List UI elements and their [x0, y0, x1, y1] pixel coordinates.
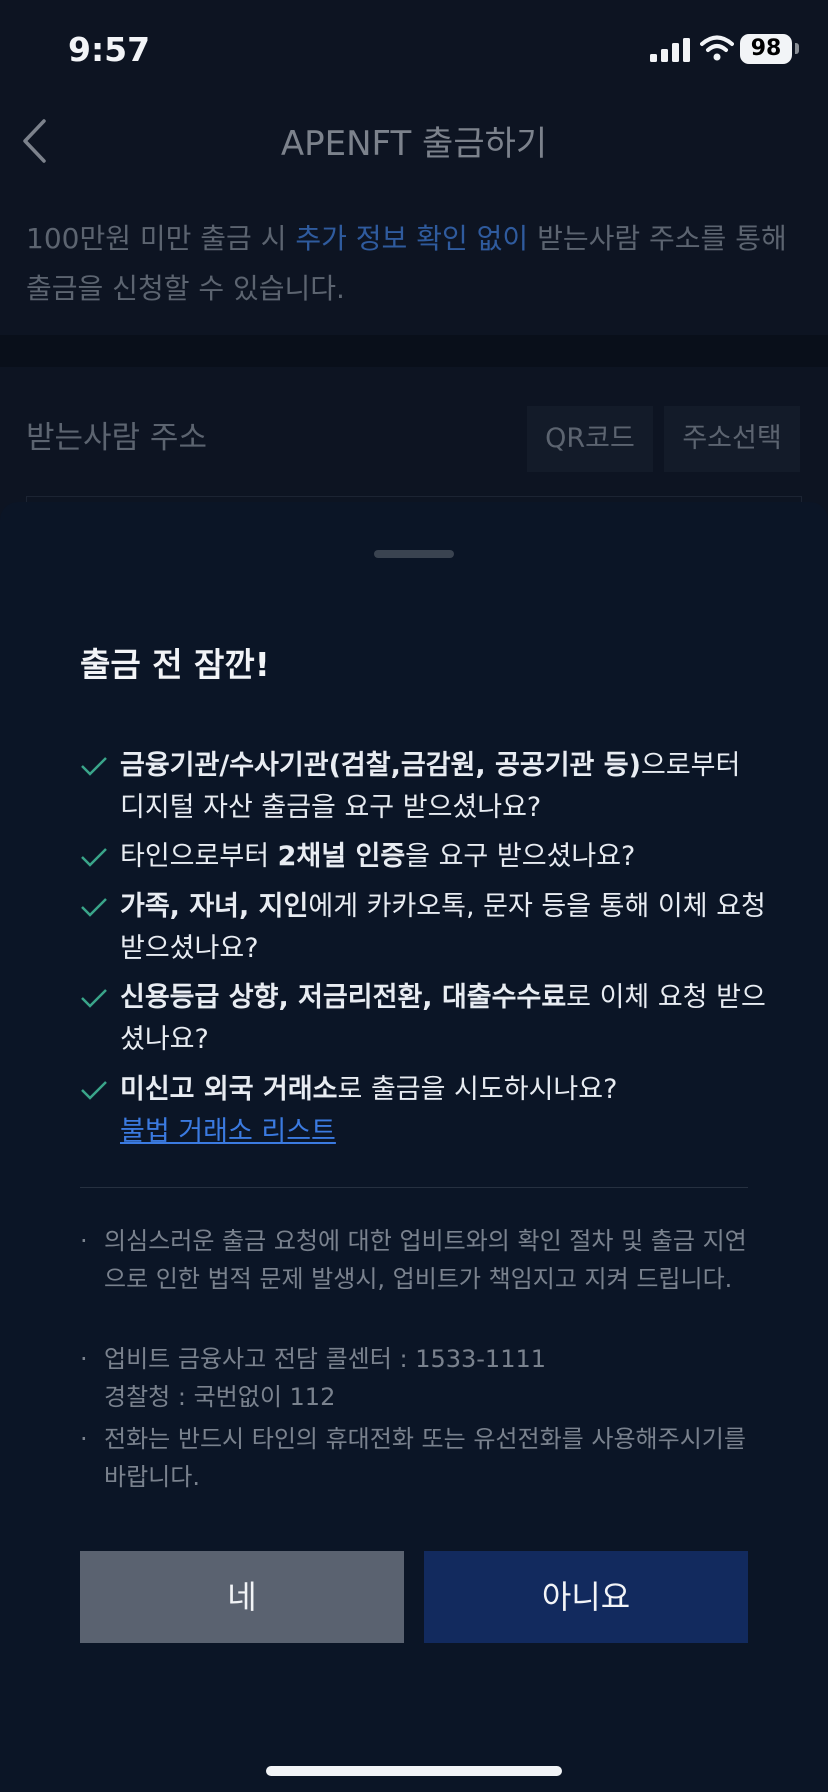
checklist-item: 타인으로부터 2채널 인증을 요구 받으셨나요? [80, 836, 760, 878]
cellular-signal-icon [650, 38, 690, 62]
checklist-item: 가족, 자녀, 지인에게 카카오톡, 문자 등을 통해 이체 요청 받으셨나요? [80, 886, 766, 970]
qr-code-button[interactable]: QR코드 [527, 406, 653, 472]
checklist-bold: 2채널 인증 [277, 841, 406, 872]
yes-button[interactable]: 네 [80, 1551, 404, 1643]
checklist-text: 신용등급 상향, 저금리전환, 대출수수료로 이체 요청 받으셨나요? [120, 977, 770, 1061]
checklist-pre: 타인으로부터 [120, 841, 278, 872]
check-icon [81, 757, 107, 776]
check-icon [81, 898, 107, 917]
note-item: · 의심스러운 출금 요청에 대한 업비트와의 확인 절차 및 출금 지연으로 … [80, 1222, 760, 1336]
notice-text-1: 100만원 미만 출금 시 [26, 222, 296, 255]
note-item: · 업비트 금융사고 전담 콜센터 : 1533-1111 [80, 1340, 760, 1378]
checklist-text: 금융기관/수사기관(검찰,금감원, 공공기관 등)으로부터 디지털 자산 출금을… [120, 745, 770, 829]
sheet-divider [80, 1187, 748, 1188]
check-icon [81, 1081, 107, 1100]
check-icon [81, 848, 107, 867]
checklist-text: 타인으로부터 2채널 인증을 요구 받으셨나요? [120, 836, 770, 878]
no-button[interactable]: 아니요 [424, 1551, 748, 1643]
note-bullet: · [80, 1345, 88, 1373]
wifi-icon [700, 35, 734, 61]
checklist-text: 가족, 자녀, 지인에게 카카오톡, 문자 등을 통해 이체 요청 받으셨나요? [120, 886, 770, 970]
note-text: 업비트 금융사고 전담 콜센터 : 1533-1111 [104, 1345, 547, 1373]
note-bullet: · [80, 1227, 88, 1255]
checklist-rest: 로 출금을 시도하시나요? [337, 1074, 618, 1105]
sheet-title: 출금 전 잠깐! [80, 645, 270, 684]
section-divider [0, 335, 828, 367]
address-select-button[interactable]: 주소선택 [664, 406, 800, 472]
checklist-item: 신용등급 상향, 저금리전환, 대출수수료로 이체 요청 받으셨나요? [80, 977, 766, 1061]
withdraw-notice: 100만원 미만 출금 시 추가 정보 확인 없이 받는사람 주소를 통해 출금… [26, 214, 806, 314]
home-indicator[interactable] [266, 1766, 562, 1776]
checklist-item: 금융기관/수사기관(검찰,금감원, 공공기관 등)으로부터 디지털 자산 출금을… [80, 745, 760, 829]
page-title: APENFT 출금하기 [280, 124, 548, 164]
note-item: 경찰청 : 국번없이 112 [80, 1378, 760, 1416]
checklist-bold: 금융기관/수사기관(검찰,금감원, 공공기관 등) [120, 750, 641, 781]
note-text: 의심스러운 출금 요청에 대한 업비트와의 확인 절차 및 출금 지연으로 인한… [104, 1227, 747, 1293]
status-bar: 9:57 98 [0, 0, 828, 100]
checklist-bold: 신용등급 상향, 저금리전환, 대출수수료 [120, 982, 567, 1013]
battery-indicator: 98 [740, 34, 792, 64]
illegal-exchange-list-link[interactable]: 불법 거래소 리스트 [120, 1116, 336, 1147]
check-icon [81, 989, 107, 1008]
checklist-item: 미신고 외국 거래소로 출금을 시도하시나요? 불법 거래소 리스트 [80, 1069, 760, 1153]
note-item: · 전화는 반드시 타인의 휴대전화 또는 유선전화를 사용해주시기를 바랍니다… [80, 1420, 760, 1496]
note-text: 경찰청 : 국번없이 112 [104, 1383, 336, 1411]
checklist-rest: 을 요구 받으셨나요? [405, 841, 636, 872]
notice-highlight: 추가 정보 확인 없이 [295, 222, 529, 255]
note-text: 전화는 반드시 타인의 휴대전화 또는 유선전화를 사용해주시기를 바랍니다. [104, 1425, 746, 1491]
checklist-bold: 미신고 외국 거래소 [120, 1074, 338, 1105]
sheet-drag-handle[interactable] [374, 550, 454, 558]
note-bullet: · [80, 1425, 88, 1453]
battery-tip [795, 43, 799, 54]
status-time: 9:57 [68, 30, 151, 69]
checklist-text: 미신고 외국 거래소로 출금을 시도하시나요? 불법 거래소 리스트 [120, 1069, 770, 1153]
checklist-bold: 가족, 자녀, 지인 [120, 891, 309, 922]
address-label: 받는사람 주소 [26, 420, 207, 456]
